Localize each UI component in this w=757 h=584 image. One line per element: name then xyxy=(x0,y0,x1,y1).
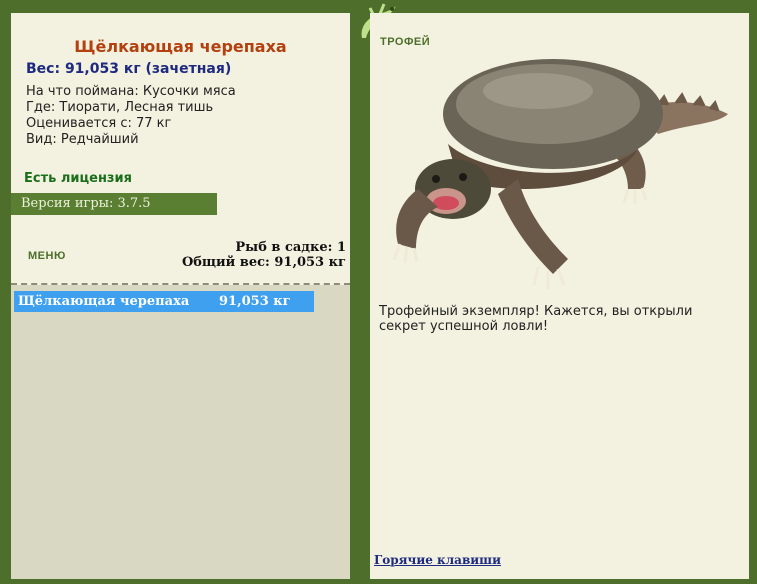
game-version-bar: Версия игры: 3.7.5 xyxy=(11,193,217,215)
keepnet-total-weight: Общий вес: 91,053 кг xyxy=(181,255,346,270)
fish-bait: На что поймана: Кусочки мяса xyxy=(26,84,236,99)
menu-button[interactable]: МЕНЮ xyxy=(28,250,66,262)
fish-rated-from: Оценивается с: 77 кг xyxy=(26,116,172,131)
keepnet-summary: Рыб в садке: 1 Общий вес: 91,053 кг xyxy=(182,240,346,270)
fish-title: Щёлкающая черепаха xyxy=(74,37,287,56)
fish-location: Где: Тиорати, Лесная тишь xyxy=(26,100,214,115)
catch-item-name: Щёлкающая черепаха xyxy=(18,294,190,309)
snapping-turtle-image xyxy=(392,59,728,289)
divider xyxy=(11,283,350,285)
fish-kind: Вид: Редчайший xyxy=(26,132,139,147)
catch-list-item[interactable]: Щёлкающая черепаха 91,053 кг xyxy=(14,291,314,312)
catch-item-weight: 91,053 кг xyxy=(219,294,291,309)
keepnet-count: Рыб в садке: 1 xyxy=(235,240,346,255)
fish-info-panel: Щёлкающая черепаха Вес: 91,053 кг (зачет… xyxy=(11,13,350,579)
trophy-panel: ТРОФЕЙ Трофейный экземпляр! Кажется, вы … xyxy=(370,13,749,579)
trophy-description: Трофейный экземпляр! Кажется, вы открыли… xyxy=(379,304,693,334)
catch-list-area xyxy=(11,285,350,579)
license-status: Есть лицензия xyxy=(24,171,132,186)
hotkeys-link[interactable]: Горячие клавиши xyxy=(374,553,501,567)
fish-weight: Вес: 91,053 кг (зачетная) xyxy=(26,61,232,77)
